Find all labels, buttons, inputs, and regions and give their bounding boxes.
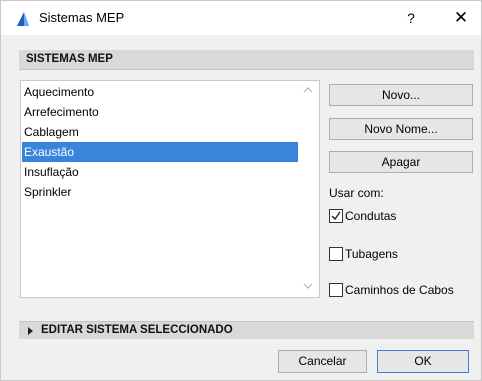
delete-system-button[interactable]: Apagar xyxy=(329,151,473,173)
help-button[interactable]: ? xyxy=(399,7,423,29)
checkbox-tubagens-label[interactable]: Tubagens xyxy=(345,247,398,261)
checkbox-caminhos-de-cabos-label[interactable]: Caminhos de Cabos xyxy=(345,283,454,297)
list-item-insuflacao[interactable]: Insuflação xyxy=(22,162,298,182)
section-title: SISTEMAS MEP xyxy=(26,53,113,65)
scroll-up-arrow-icon[interactable] xyxy=(303,85,313,95)
title-bar: Sistemas MEP ? ✕ xyxy=(1,1,481,35)
checkbox-caminhos-de-cabos[interactable] xyxy=(329,283,343,297)
checkbox-tubagens[interactable] xyxy=(329,247,343,261)
checkbox-condutas[interactable] xyxy=(329,209,343,223)
ok-button[interactable]: OK xyxy=(377,350,469,373)
list-item-aquecimento[interactable]: Aquecimento xyxy=(22,82,298,102)
expand-triangle-icon[interactable] xyxy=(28,327,33,335)
section-header-mep-systems: SISTEMAS MEP xyxy=(19,50,474,70)
systems-list[interactable]: Aquecimento Arrefecimento Cablagem Exaus… xyxy=(20,80,320,298)
rename-system-button[interactable]: Novo Nome... xyxy=(329,118,473,140)
use-with-label: Usar com: xyxy=(329,186,384,200)
cancel-button[interactable]: Cancelar xyxy=(278,350,367,373)
list-item-exaustao[interactable]: Exaustão xyxy=(22,142,298,162)
archicad-app-icon xyxy=(17,12,29,26)
list-item-arrefecimento[interactable]: Arrefecimento xyxy=(22,102,298,122)
scroll-down-arrow-icon[interactable] xyxy=(303,281,313,291)
sistemas-mep-dialog: Sistemas MEP ? ✕ SISTEMAS MEP Aqueciment… xyxy=(0,0,482,381)
check-mark-icon xyxy=(331,211,341,221)
edit-section-title[interactable]: EDITAR SISTEMA SELECCIONADO xyxy=(41,324,233,336)
new-system-button[interactable]: Novo... xyxy=(329,84,473,106)
edit-selected-system-header[interactable]: EDITAR SISTEMA SELECCIONADO xyxy=(19,321,474,339)
list-item-sprinkler[interactable]: Sprinkler xyxy=(22,182,298,202)
window-title: Sistemas MEP xyxy=(39,10,125,25)
list-item-cablagem[interactable]: Cablagem xyxy=(22,122,298,142)
checkbox-condutas-label[interactable]: Condutas xyxy=(345,209,396,223)
close-button[interactable]: ✕ xyxy=(449,7,473,29)
